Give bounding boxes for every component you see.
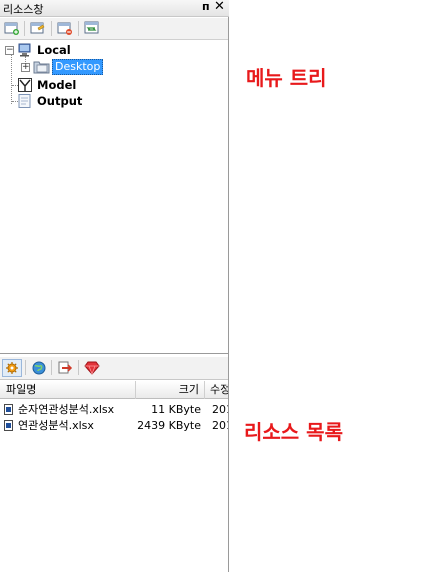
resource-list-header: 파일명 크기 수정 — [0, 381, 228, 399]
delete-item-icon[interactable] — [56, 20, 74, 37]
column-header-modified[interactable]: 수정 — [205, 381, 228, 399]
file-name: 순자연관성분석.xlsx — [18, 403, 115, 416]
tree-node-output[interactable]: Output — [0, 93, 200, 109]
file-size: 2439 KByte — [137, 419, 201, 432]
file-name: 연관성분석.xlsx — [18, 419, 94, 432]
globe-icon[interactable] — [29, 359, 49, 377]
file-modified: 201 — [212, 403, 228, 416]
tree-node-label: Output — [37, 94, 83, 108]
column-header-size[interactable]: 크기 — [136, 381, 205, 399]
list-item[interactable]: 연관성분석.xlsx 2439 KByte 201 — [0, 418, 228, 434]
menu-tree: − Local + Desktop Model Output — [0, 40, 228, 354]
gem-icon[interactable] — [82, 359, 102, 377]
pin-icon[interactable]: ᴨ — [202, 0, 210, 13]
column-header-name[interactable]: 파일명 — [0, 381, 136, 399]
panel-title: 리소스창 — [3, 3, 44, 16]
close-icon[interactable]: ✕ — [214, 0, 225, 14]
file-modified: 201 — [212, 419, 228, 432]
file-size: 11 KByte — [151, 403, 201, 416]
tree-toolbar — [0, 18, 228, 40]
excel-file-icon — [4, 420, 13, 431]
toolbar-separator — [51, 21, 52, 36]
annotation-resource-list: 리소스 목록 — [244, 420, 343, 444]
excel-file-icon — [4, 404, 13, 415]
resource-panel: 리소스창 ᴨ ✕ − Local + Desktop Model Output … — [0, 0, 229, 572]
new-item-icon[interactable] — [3, 20, 21, 37]
computer-icon — [18, 43, 31, 57]
refresh-icon[interactable] — [83, 20, 101, 37]
tree-node-local[interactable]: − Local — [0, 42, 200, 58]
toolbar-separator — [78, 360, 79, 375]
toolbar-separator — [51, 360, 52, 375]
list-item[interactable]: 순자연관성분석.xlsx 11 KByte 201 — [0, 402, 228, 418]
toolbar-separator — [24, 21, 25, 36]
tree-node-model[interactable]: Model — [0, 77, 200, 93]
collapse-toggle[interactable]: − — [5, 46, 14, 55]
resource-toolbar — [0, 357, 228, 380]
tree-node-label: Desktop — [52, 59, 104, 75]
export-icon[interactable] — [55, 359, 75, 377]
panel-titlebar: 리소스창 ᴨ ✕ — [0, 0, 229, 17]
open-folder-icon[interactable] — [29, 20, 47, 37]
tree-node-desktop[interactable]: + Desktop — [0, 59, 200, 75]
toolbar-separator — [25, 360, 26, 375]
toolbar-separator — [78, 21, 79, 36]
expand-toggle[interactable]: + — [21, 63, 30, 72]
output-icon — [18, 94, 31, 108]
model-icon — [18, 78, 32, 92]
tree-node-label: Model — [37, 78, 77, 92]
folder-icon — [33, 61, 50, 74]
settings-icon[interactable] — [2, 359, 22, 377]
tree-node-label: Local — [37, 43, 71, 57]
annotation-menu-tree: 메뉴 트리 — [246, 66, 327, 90]
